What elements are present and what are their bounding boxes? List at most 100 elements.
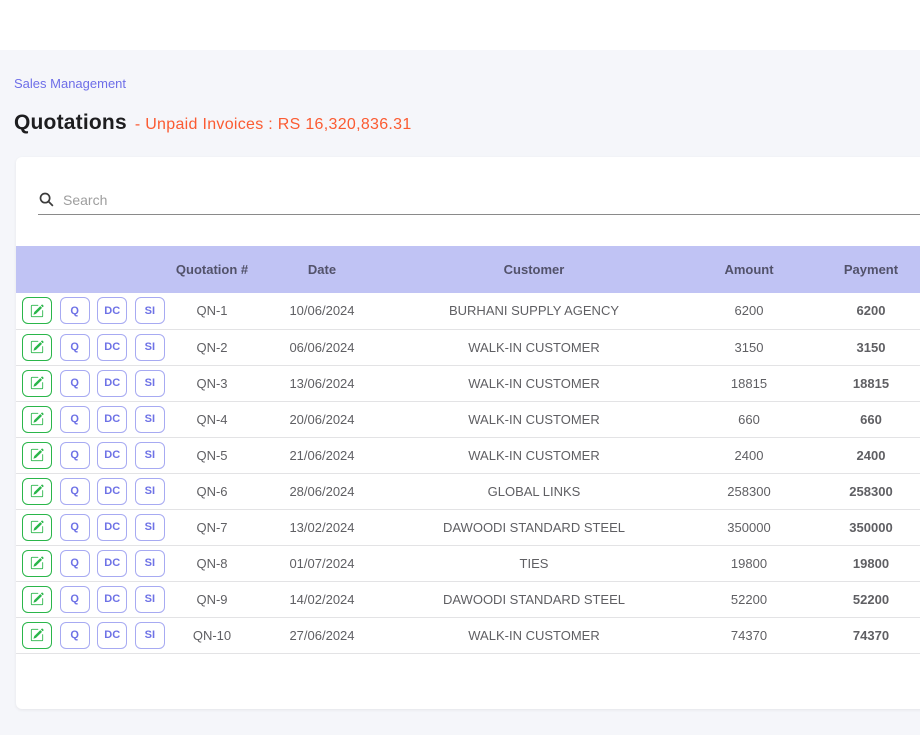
search-icon bbox=[38, 191, 55, 208]
sales-invoice-button[interactable]: SI bbox=[135, 478, 165, 505]
amount-cell: 18815 bbox=[682, 365, 816, 401]
quotation-button[interactable]: Q bbox=[60, 622, 90, 649]
edit-button[interactable] bbox=[22, 478, 52, 505]
row-actions-cell: Q DC SI bbox=[16, 509, 166, 545]
payment-cell: 74370 bbox=[816, 617, 920, 653]
row-actions-cell: Q DC SI bbox=[16, 401, 166, 437]
edit-square-icon bbox=[30, 556, 44, 570]
edit-button[interactable] bbox=[22, 334, 52, 361]
column-header-payment: Payment bbox=[816, 246, 920, 293]
quotation-number-cell: QN-9 bbox=[166, 581, 258, 617]
quotation-button[interactable]: Q bbox=[60, 406, 90, 433]
customer-cell: DAWOODI STANDARD STEEL bbox=[386, 509, 682, 545]
edit-button[interactable] bbox=[22, 586, 52, 613]
edit-square-icon bbox=[30, 520, 44, 534]
date-cell: 01/07/2024 bbox=[258, 545, 386, 581]
amount-cell: 258300 bbox=[682, 473, 816, 509]
search-input[interactable] bbox=[63, 192, 920, 208]
customer-cell: WALK-IN CUSTOMER bbox=[386, 617, 682, 653]
date-cell: 21/06/2024 bbox=[258, 437, 386, 473]
customer-cell: GLOBAL LINKS bbox=[386, 473, 682, 509]
customer-cell: WALK-IN CUSTOMER bbox=[386, 365, 682, 401]
delivery-challan-button[interactable]: DC bbox=[97, 406, 127, 433]
payment-cell: 19800 bbox=[816, 545, 920, 581]
sales-invoice-button[interactable]: SI bbox=[135, 514, 165, 541]
quotation-button[interactable]: Q bbox=[60, 514, 90, 541]
unpaid-invoices-label: - Unpaid Invoices : RS 16,320,836.31 bbox=[135, 116, 412, 134]
page-title-row: Quotations - Unpaid Invoices : RS 16,320… bbox=[0, 91, 920, 135]
delivery-challan-button[interactable]: DC bbox=[97, 442, 127, 469]
amount-cell: 74370 bbox=[682, 617, 816, 653]
top-navbar bbox=[0, 0, 920, 50]
sales-invoice-button[interactable]: SI bbox=[135, 442, 165, 469]
quotation-number-cell: QN-5 bbox=[166, 437, 258, 473]
customer-cell: TIES bbox=[386, 545, 682, 581]
edit-square-icon bbox=[30, 304, 44, 318]
quotation-number-cell: QN-7 bbox=[166, 509, 258, 545]
quotation-button[interactable]: Q bbox=[60, 550, 90, 577]
delivery-challan-button[interactable]: DC bbox=[97, 586, 127, 613]
date-cell: 20/06/2024 bbox=[258, 401, 386, 437]
delivery-challan-button[interactable]: DC bbox=[97, 478, 127, 505]
quotation-button[interactable]: Q bbox=[60, 586, 90, 613]
amount-cell: 19800 bbox=[682, 545, 816, 581]
delivery-challan-button[interactable]: DC bbox=[97, 370, 127, 397]
sales-invoice-button[interactable]: SI bbox=[135, 297, 165, 324]
quotation-number-cell: QN-4 bbox=[166, 401, 258, 437]
delivery-challan-button[interactable]: DC bbox=[97, 622, 127, 649]
delivery-challan-button[interactable]: DC bbox=[97, 550, 127, 577]
quotation-number-cell: QN-8 bbox=[166, 545, 258, 581]
customer-cell: BURHANI SUPPLY AGENCY bbox=[386, 293, 682, 329]
quotation-number-cell: QN-10 bbox=[166, 617, 258, 653]
sales-invoice-button[interactable]: SI bbox=[135, 550, 165, 577]
edit-button[interactable] bbox=[22, 442, 52, 469]
quotation-button[interactable]: Q bbox=[60, 442, 90, 469]
delivery-challan-button[interactable]: DC bbox=[97, 514, 127, 541]
sales-invoice-button[interactable]: SI bbox=[135, 586, 165, 613]
table-row: Q DC SI QN-7 13/02/2024 DAWOODI STANDARD… bbox=[16, 509, 920, 545]
quotation-button[interactable]: Q bbox=[60, 334, 90, 361]
table-row: Q DC SI QN-4 20/06/2024 WALK-IN CUSTOMER… bbox=[16, 401, 920, 437]
edit-square-icon bbox=[30, 628, 44, 642]
table-row: Q DC SI QN-1 10/06/2024 BURHANI SUPPLY A… bbox=[16, 293, 920, 329]
edit-button[interactable] bbox=[22, 370, 52, 397]
payment-cell: 350000 bbox=[816, 509, 920, 545]
delivery-challan-button[interactable]: DC bbox=[97, 334, 127, 361]
customer-cell: WALK-IN CUSTOMER bbox=[386, 437, 682, 473]
amount-cell: 3150 bbox=[682, 329, 816, 365]
sales-invoice-button[interactable]: SI bbox=[135, 622, 165, 649]
quotation-number-cell: QN-3 bbox=[166, 365, 258, 401]
edit-square-icon bbox=[30, 412, 44, 426]
row-actions-cell: Q DC SI bbox=[16, 329, 166, 365]
date-cell: 13/02/2024 bbox=[258, 509, 386, 545]
search-bar bbox=[38, 191, 920, 215]
amount-cell: 2400 bbox=[682, 437, 816, 473]
amount-cell: 660 bbox=[682, 401, 816, 437]
delivery-challan-button[interactable]: DC bbox=[97, 297, 127, 324]
edit-button[interactable] bbox=[22, 514, 52, 541]
row-actions-cell: Q DC SI bbox=[16, 617, 166, 653]
sales-invoice-button[interactable]: SI bbox=[135, 334, 165, 361]
quotation-number-cell: QN-6 bbox=[166, 473, 258, 509]
edit-button[interactable] bbox=[22, 406, 52, 433]
column-header-quotation: Quotation # bbox=[166, 246, 258, 293]
breadcrumb-sales-management[interactable]: Sales Management bbox=[0, 50, 920, 91]
edit-button[interactable] bbox=[22, 622, 52, 649]
quotation-button[interactable]: Q bbox=[60, 478, 90, 505]
row-actions-cell: Q DC SI bbox=[16, 365, 166, 401]
date-cell: 06/06/2024 bbox=[258, 329, 386, 365]
edit-button[interactable] bbox=[22, 297, 52, 324]
edit-square-icon bbox=[30, 376, 44, 390]
edit-square-icon bbox=[30, 340, 44, 354]
quotation-button[interactable]: Q bbox=[60, 297, 90, 324]
quotation-number-cell: QN-1 bbox=[166, 293, 258, 329]
table-row: Q DC SI QN-3 13/06/2024 WALK-IN CUSTOMER… bbox=[16, 365, 920, 401]
sales-invoice-button[interactable]: SI bbox=[135, 370, 165, 397]
quotations-table: Quotation # Date Customer Amount Payment… bbox=[16, 246, 920, 654]
edit-button[interactable] bbox=[22, 550, 52, 577]
customer-cell: WALK-IN CUSTOMER bbox=[386, 329, 682, 365]
quotation-button[interactable]: Q bbox=[60, 370, 90, 397]
table-row: Q DC SI QN-5 21/06/2024 WALK-IN CUSTOMER… bbox=[16, 437, 920, 473]
sales-invoice-button[interactable]: SI bbox=[135, 406, 165, 433]
table-row: Q DC SI QN-10 27/06/2024 WALK-IN CUSTOME… bbox=[16, 617, 920, 653]
